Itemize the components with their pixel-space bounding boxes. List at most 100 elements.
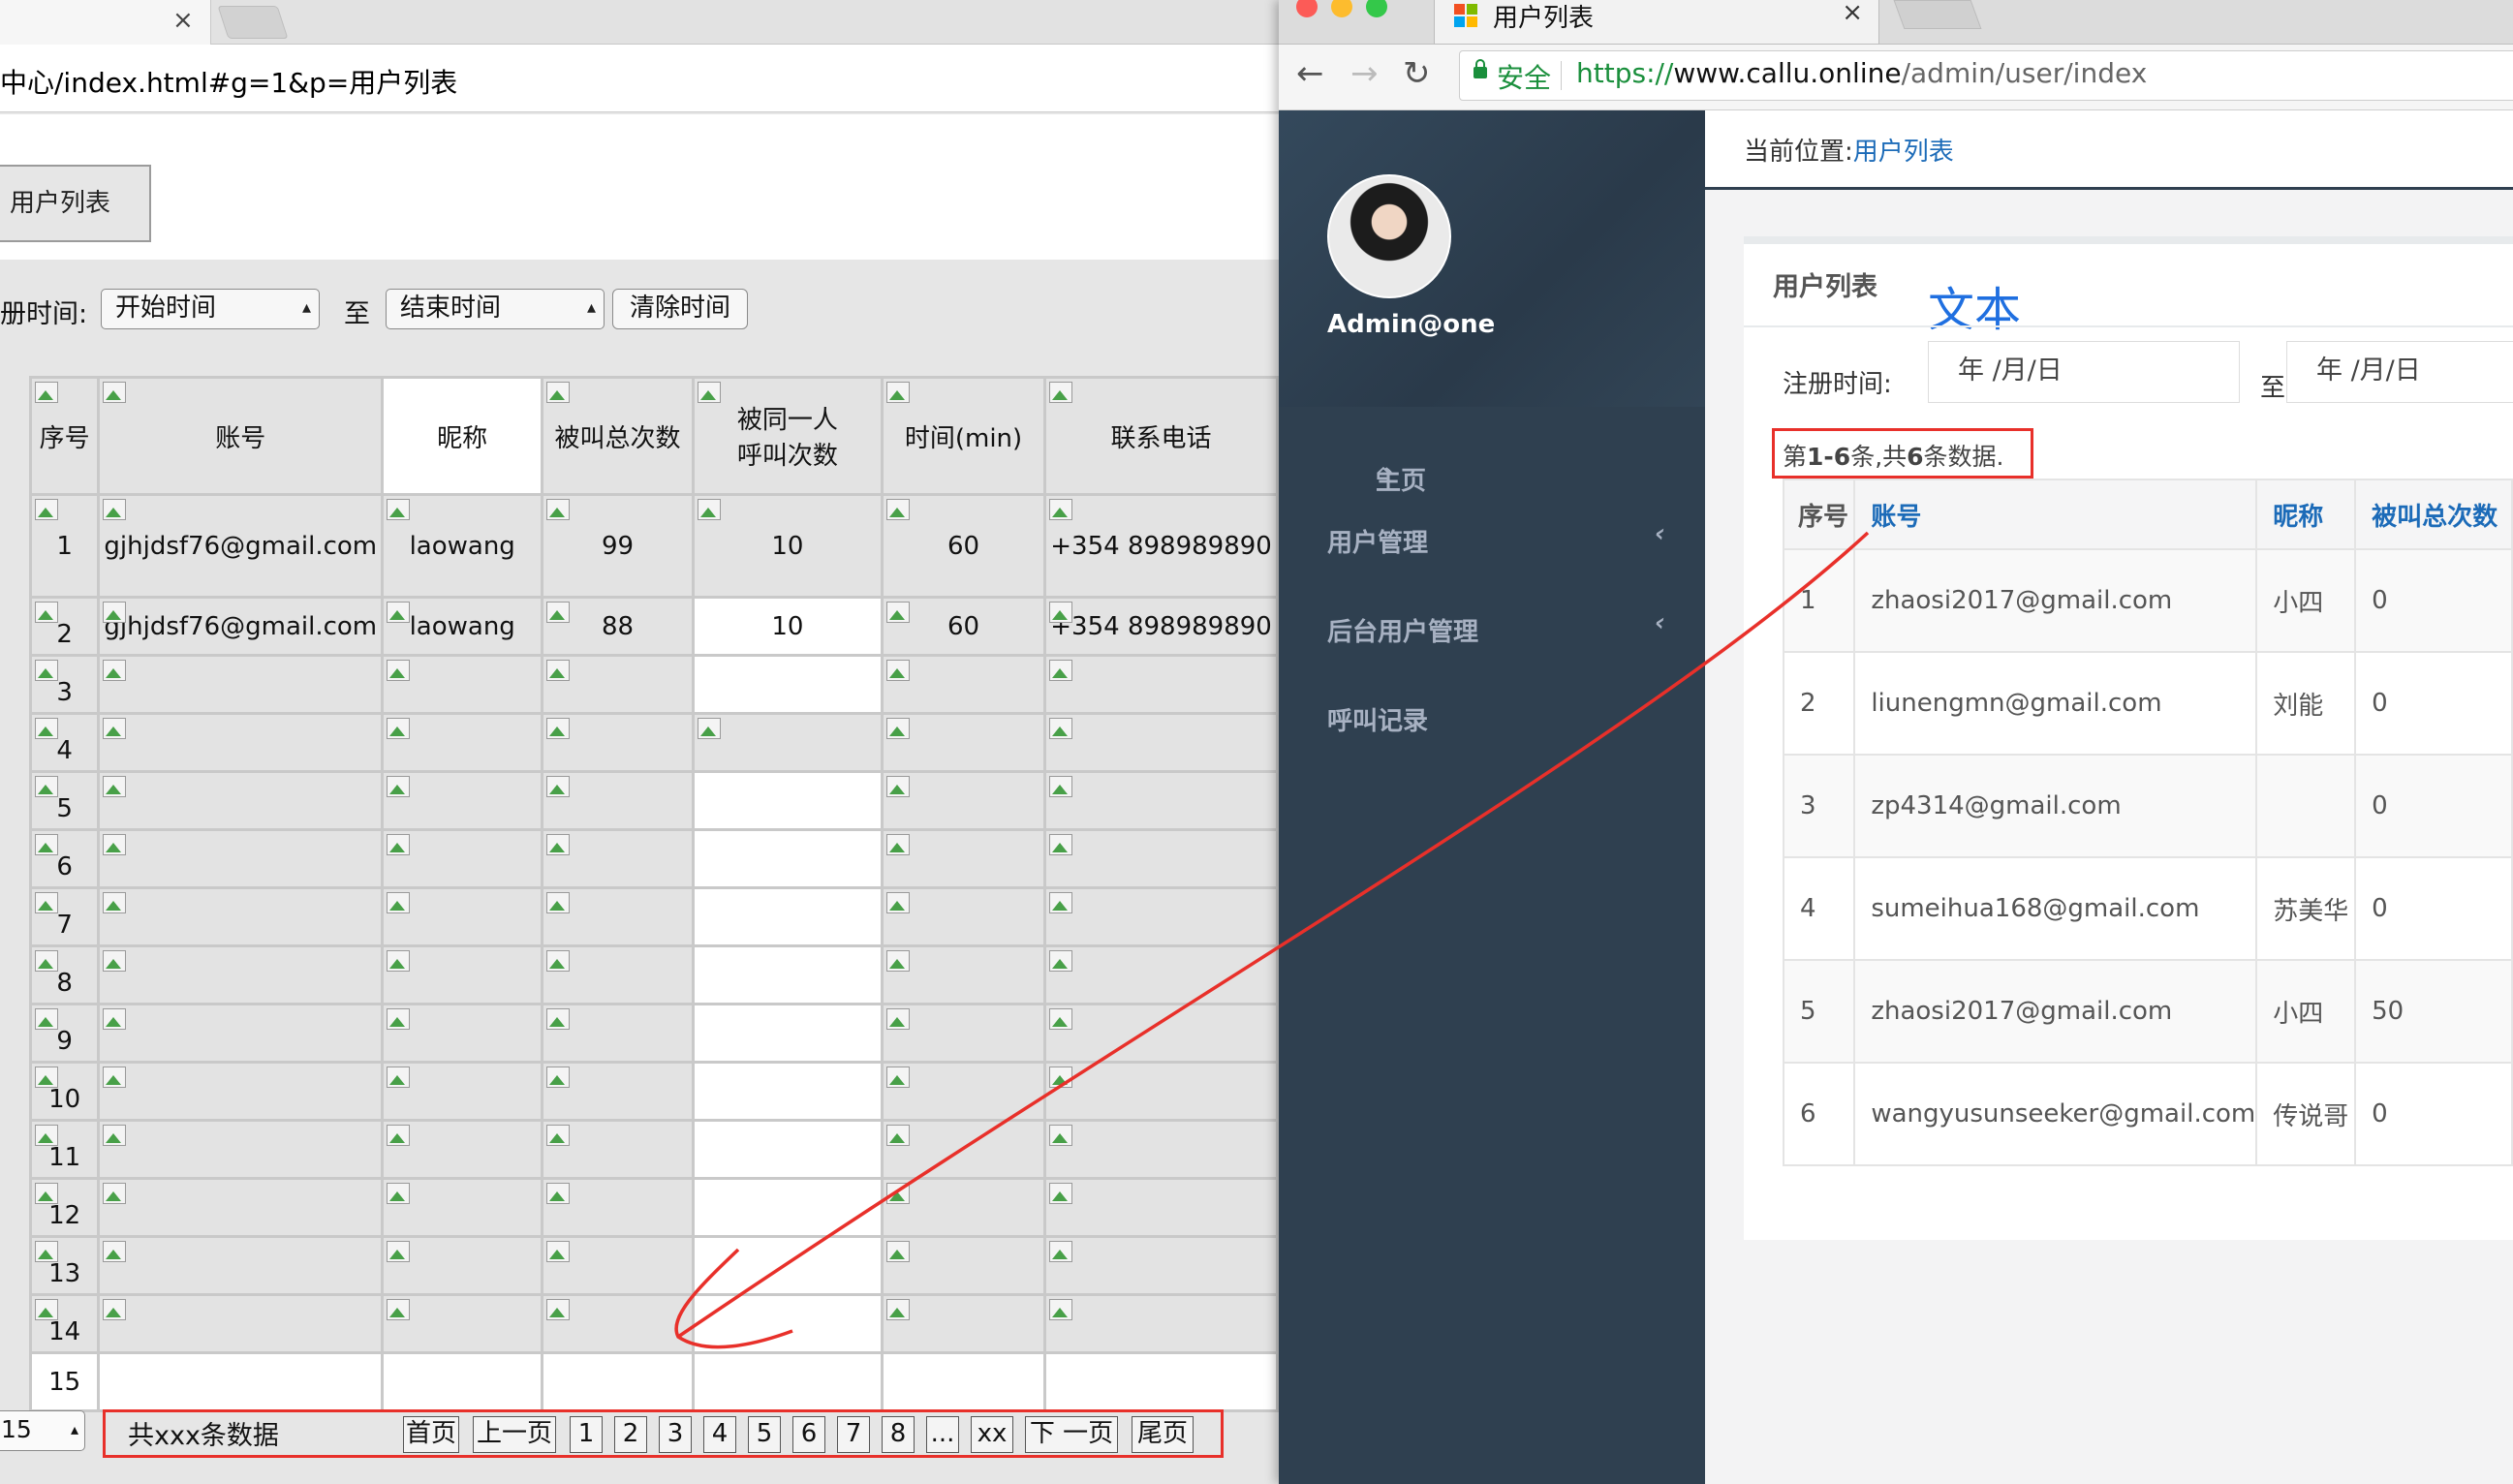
broken-image-icon (1049, 892, 1074, 917)
table-cell (1043, 1061, 1279, 1122)
user-list-button[interactable]: 用户列表 (0, 165, 151, 242)
prev-page-button[interactable]: 上一页 (473, 1416, 556, 1453)
page-number-button[interactable]: 4 (703, 1416, 736, 1453)
left-active-tab[interactable]: × (0, 0, 211, 45)
table-cell: 6 (28, 828, 101, 889)
broken-image-icon (387, 1125, 412, 1150)
breadcrumb-current-link[interactable]: 用户列表 (1853, 138, 1954, 167)
table-cell (541, 944, 695, 1005)
table-cell (1043, 1177, 1279, 1238)
page-number-button[interactable]: xx (971, 1416, 1013, 1453)
start-date-input[interactable]: 年 /月/日 (1928, 341, 2240, 403)
broken-image-icon (103, 892, 128, 917)
table-cell: 10 (28, 1061, 101, 1122)
broken-image-icon (387, 1241, 412, 1266)
table-cell: 50 (2354, 959, 2513, 1064)
page-number-button[interactable]: 8 (882, 1416, 915, 1453)
table-cell: 小四 (2255, 548, 2357, 653)
table-cell (541, 1351, 695, 1412)
address-bar[interactable]: 安全 https://www.callu.online/admin/user/i… (1459, 50, 2513, 101)
table-cell: 6 (1782, 1062, 1856, 1166)
table-cell (691, 1061, 884, 1122)
page-number-button[interactable]: 2 (614, 1416, 647, 1453)
back-arrow-icon[interactable]: ← (1296, 54, 1324, 93)
page-number-button[interactable]: 5 (748, 1416, 781, 1453)
table-cell (691, 1119, 884, 1180)
table-cell (691, 886, 884, 947)
last-page-button[interactable]: 尾页 (1132, 1416, 1194, 1453)
table-header-col-nickname[interactable]: 昵称 (2255, 479, 2357, 550)
panel-title: 用户列表 (1773, 272, 1877, 302)
total-count-text: 共xxx条数据 (128, 1421, 279, 1451)
maximize-window-icon[interactable] (1366, 0, 1387, 17)
table-header-col-called-total[interactable]: 被叫总次数 (2354, 479, 2513, 550)
table-cell (97, 1235, 385, 1296)
table-cell: 10 (691, 596, 884, 657)
broken-image-icon (546, 1183, 572, 1208)
page-number-button[interactable]: 3 (659, 1416, 692, 1453)
clear-time-button[interactable]: 清除时间 (612, 289, 748, 329)
right-tab-title: 用户列表 (1493, 4, 1595, 33)
close-icon[interactable]: × (172, 6, 194, 35)
page-number-button[interactable]: 1 (570, 1416, 603, 1453)
broken-image-icon (387, 499, 412, 524)
broken-image-icon (387, 950, 412, 975)
page-number-button[interactable]: 6 (792, 1416, 825, 1453)
broken-image-icon (103, 718, 128, 743)
broken-image-icon (387, 834, 412, 859)
broken-image-icon (35, 382, 60, 407)
new-tab-button[interactable] (217, 6, 289, 39)
table-cell (880, 1061, 1047, 1122)
broken-image-icon (103, 834, 128, 859)
select-arrows-icon: ▴ (301, 297, 311, 318)
table-cell (541, 886, 695, 947)
end-time-select[interactable]: 结束时间 ▴ (386, 289, 605, 329)
sidebar-item-home[interactable]: ⌂ 主页 (1279, 407, 1705, 496)
close-window-icon[interactable] (1296, 0, 1318, 17)
url-text[interactable]: https://www.callu.online/admin/user/inde… (1576, 57, 2147, 89)
forward-arrow-icon[interactable]: → (1350, 54, 1379, 93)
close-icon[interactable]: × (1842, 0, 1863, 27)
table-cell: zp4314@gmail.com (1853, 754, 2258, 858)
broken-image-icon (387, 1299, 412, 1324)
end-time-value: 结束时间 (400, 294, 502, 323)
sidebar-item-call-records[interactable]: 呼叫记录 (1279, 674, 1705, 759)
broken-image-icon (1049, 602, 1074, 627)
username[interactable]: Admin@one (1327, 310, 1495, 339)
table-cell: 5 (1782, 959, 1856, 1064)
table-cell (541, 1119, 695, 1180)
start-time-select[interactable]: 开始时间 ▴ (101, 289, 320, 329)
broken-image-icon (103, 950, 128, 975)
table-cell (880, 1003, 1047, 1064)
page-number-button[interactable]: 7 (837, 1416, 870, 1453)
next-page-button[interactable]: 下 一页 (1025, 1416, 1118, 1453)
minimize-window-icon[interactable] (1331, 0, 1352, 17)
table-cell: 14 (28, 1293, 101, 1354)
register-time-label: 册时间: (0, 299, 88, 329)
table-cell: 15 (28, 1351, 101, 1412)
end-date-input[interactable]: 年 /月/日 (2286, 341, 2513, 403)
table-cell (97, 1003, 385, 1064)
broken-image-icon (546, 892, 572, 917)
broken-image-icon (1049, 834, 1074, 859)
first-page-button[interactable]: 首页 (403, 1416, 459, 1453)
table-header-col-account[interactable]: 账号 (1853, 479, 2258, 550)
table-cell: gjhjdsf76@gmail.com (97, 493, 385, 599)
reload-icon[interactable]: ↻ (1403, 54, 1431, 93)
table-cell: 1 (1782, 548, 1856, 653)
broken-image-icon (1049, 499, 1074, 524)
table-cell: sumeihua168@gmail.com (1853, 856, 2258, 961)
page-number-button[interactable]: ... (926, 1416, 959, 1453)
avatar[interactable] (1327, 174, 1451, 298)
page-size-select[interactable]: 15 ▴ (0, 1410, 85, 1451)
sidebar-item-admin-user-management[interactable]: 后台用户管理 ‹ (1279, 585, 1705, 670)
sidebar-item-user-management[interactable]: 用户管理 ‹ (1279, 496, 1705, 581)
left-address-text[interactable]: 中心/index.html#g=1&p=用户列表 (0, 62, 457, 101)
new-tab-button[interactable] (1893, 0, 1982, 29)
table-cell: zhaosi2017@gmail.com (1853, 959, 2258, 1064)
right-active-tab[interactable]: 用户列表 × (1434, 0, 1879, 45)
table-cell: laowang (381, 493, 544, 599)
broken-image-icon (103, 1067, 128, 1092)
table-cell (97, 1061, 385, 1122)
broken-image-icon (1049, 1125, 1074, 1150)
